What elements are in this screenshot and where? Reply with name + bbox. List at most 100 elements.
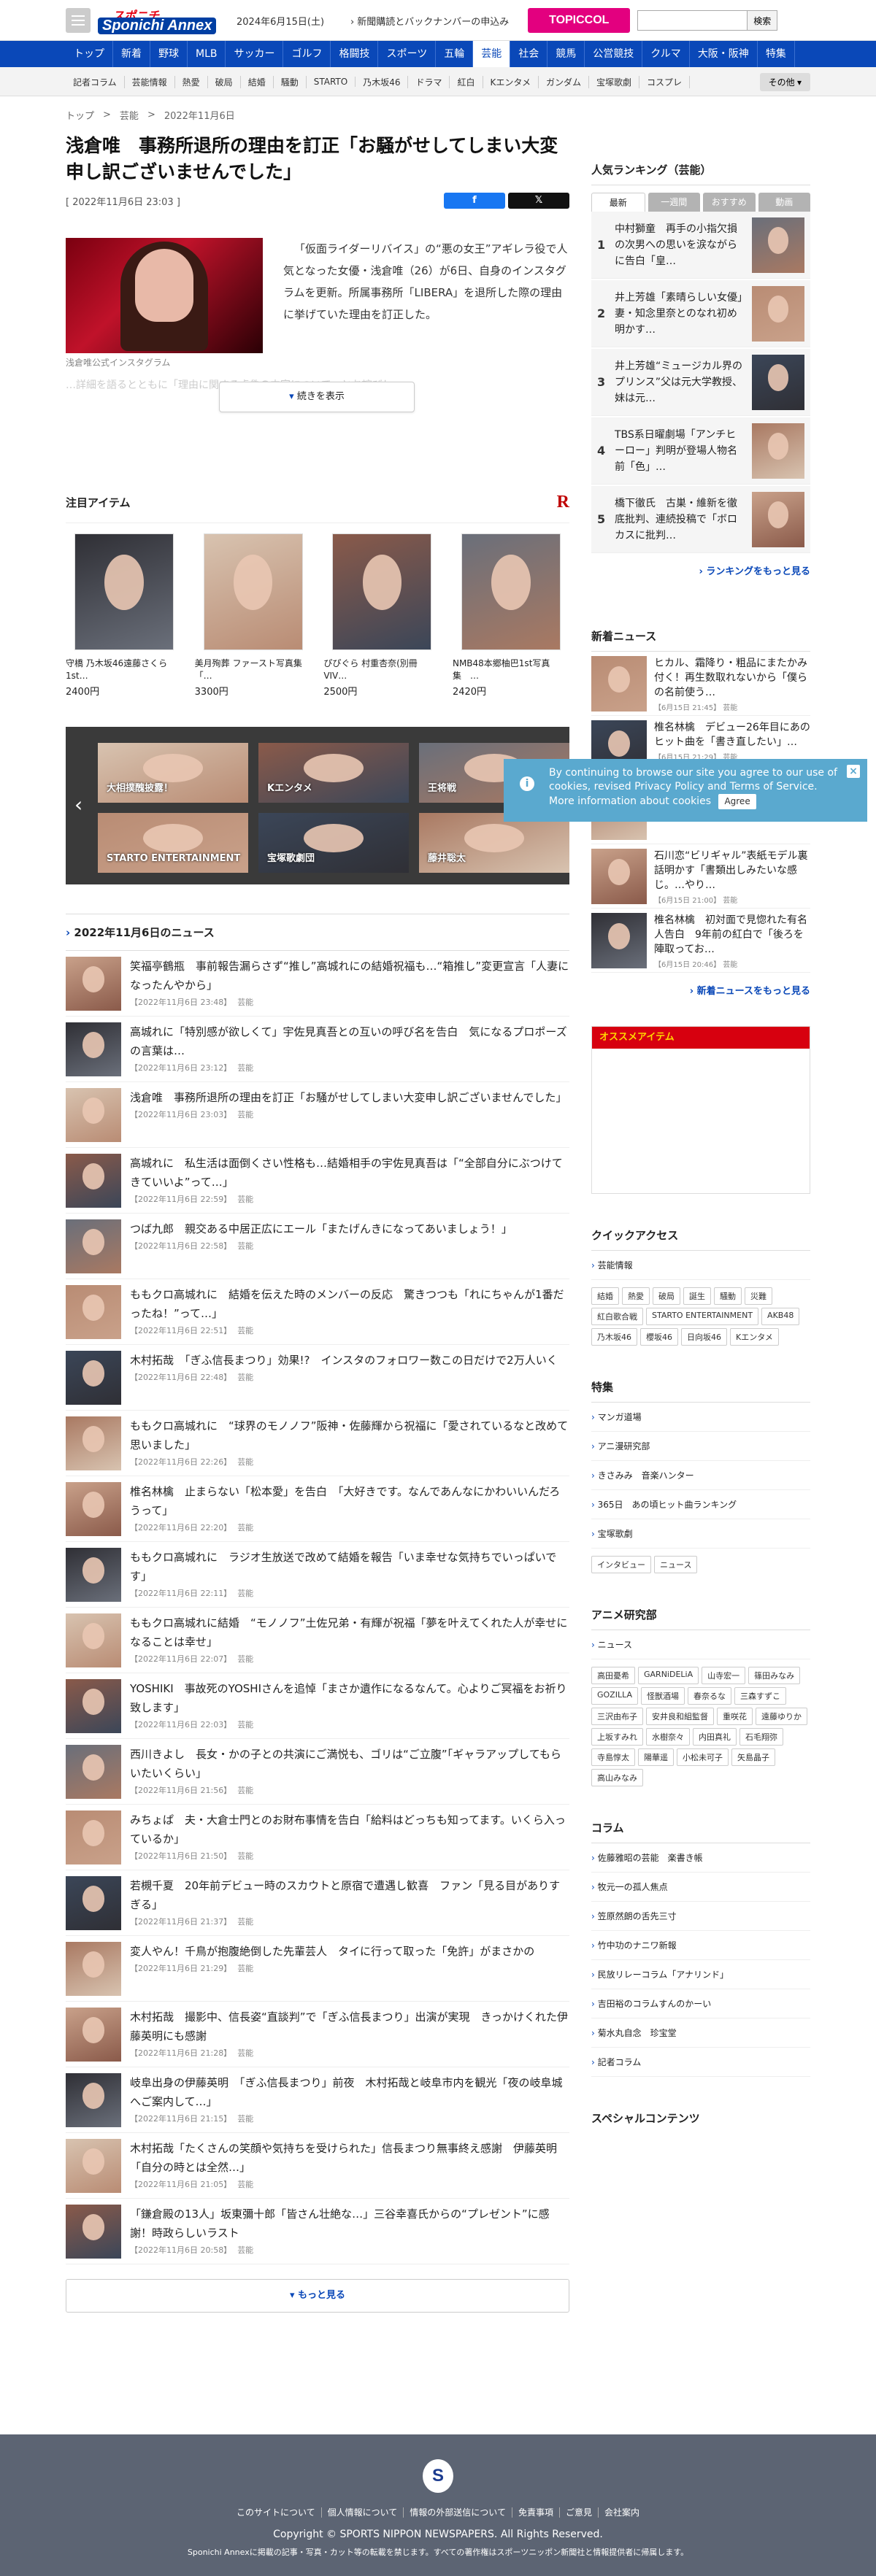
news-thumb[interactable] [66,1942,121,1996]
column-link[interactable]: 吉田裕のコラムすんのかーい [591,1989,810,2018]
featured-item-image[interactable] [203,533,303,650]
news-item[interactable]: 岐阜出身の伊藤英明 「ぎふ信長まつり」前夜 木村拓哉と岐阜市内を観光「夜の岐阜城… [66,2067,569,2133]
anime-first-link[interactable]: ニュース [591,1630,810,1659]
news-title[interactable]: 木村拓哉「たくさんの笑顔や気持ちを受けられた」信長まつり無事終え感謝 伊藤英明「… [130,2139,569,2177]
ranking-title[interactable]: 橋下徹氏 古巣・維新を徹底批判、連続投稿で「ボロカスに批判… [615,495,746,544]
new-arrival-photo[interactable] [591,913,647,968]
news-title[interactable]: 木村拓哉 撮影中、信長姿“直談判”で「ぎふ信長まつり」出演が実現 きっかけくれた… [130,2008,569,2045]
anime-tag[interactable]: GOZILLA [591,1687,638,1705]
ranking-item[interactable]: 3 井上芳雄“ミュージカル界のプリンス”父は元大学教授、妹は元… [591,349,810,416]
news-category[interactable]: 芸能 [237,1063,253,1073]
footer-link[interactable]: 情報の外部送信について [404,2507,512,2518]
news-category[interactable]: 芸能 [237,1457,253,1467]
column-link[interactable]: 笠原然朗の舌先三寸 [591,1902,810,1931]
quick-tag[interactable]: 日向坂46 [681,1328,727,1346]
news-title[interactable]: ももクロ高城れに 結婚を伝えた時のメンバーの反応 驚きつつも「れにちゃんが1番だ… [130,1285,569,1323]
news-category[interactable]: 芸能 [237,1654,253,1664]
anime-tag[interactable]: 寺島惇太 [591,1748,635,1766]
ranking-item[interactable]: 2 井上芳雄「素晴らしい女優」妻・知念里奈とのなれ初め明かす… [591,280,810,347]
ranking-item[interactable]: 4 TBS系日曜劇場「アンチヒーロー」判明が登場人物名前「色」… [591,417,810,485]
subnav-item-5[interactable]: 騒動 [274,75,307,88]
gnav-item-6[interactable]: 格闘技 [331,41,379,67]
quick-tag[interactable]: 破局 [653,1287,680,1305]
anime-tag[interactable]: 高田憂希 [591,1667,635,1684]
news-thumb[interactable] [66,1876,121,1930]
carousel-tile[interactable]: Kエンタメ [258,743,409,803]
news-item[interactable]: 浅倉唯 事務所退所の理由を訂正「お騒がせしてしまい大変申し訳ございませんでした」… [66,1082,569,1148]
gnav-item-8[interactable]: 五輪 [436,41,474,67]
subnav-item-0[interactable]: 記者コラム [66,75,125,88]
subnav-item-3[interactable]: 破局 [208,75,241,88]
gnav-item-5[interactable]: ゴルフ [283,41,331,67]
ranking-photo[interactable] [752,423,804,479]
featured-item-image[interactable] [332,533,432,650]
news-item[interactable]: 「鎌倉殿の13人」坂東彌十郎「皆さん壮絶な…」三谷幸喜氏からの“プレゼント”に感… [66,2199,569,2264]
anime-tag[interactable]: 内田真礼 [693,1728,737,1746]
ranking-tab-0[interactable]: 最新 [591,193,645,212]
column-link[interactable]: 菊水丸自念 珍宝堂 [591,2018,810,2048]
news-thumb[interactable] [66,1154,121,1208]
gnav-item-12[interactable]: 公営競技 [585,41,643,67]
special-link[interactable]: マンガ道場 [591,1403,810,1432]
subnav-item-6[interactable]: STARTO [307,77,356,87]
gnav-item-4[interactable]: サッカー [226,41,284,67]
news-title[interactable]: 高城れに 私生活は面倒くさい性格も…結婚相手の宇佐見真吾は「“全部自分にぶつけて… [130,1154,569,1192]
news-title[interactable]: 岐阜出身の伊藤英明 「ぎふ信長まつり」前夜 木村拓哉と岐阜市内を観光「夜の岐阜城… [130,2073,569,2111]
ranking-more-link[interactable]: ランキングをもっと見る [591,563,810,577]
news-thumb[interactable] [66,1088,121,1142]
news-title[interactable]: 高城れに「特別感が欲しくて」宇佐見真吾との互いの呼び名を告白 気になるプロポーズ… [130,1022,569,1060]
gnav-item-3[interactable]: MLB [188,41,226,67]
special-link[interactable]: 宝塚歌劇 [591,1519,810,1549]
ranking-tab-3[interactable]: 動画 [758,193,810,212]
news-title[interactable]: ももクロ高城れに ラジオ生放送で改めて結婚を報告「いま幸せな気持ちでいっぱいです… [130,1548,569,1586]
news-category[interactable]: 芸能 [237,1720,253,1729]
breadcrumb-category[interactable]: 芸能 [120,108,139,122]
news-thumb[interactable] [66,1416,121,1470]
gnav-item-11[interactable]: 競馬 [548,41,585,67]
ranking-photo[interactable] [752,491,804,547]
news-item[interactable]: ももクロ高城れに結婚 “モノノフ”土佐兄弟・有輝が祝福「夢を叶えてくれた人が幸せ… [66,1608,569,1673]
anime-tag[interactable]: 遠藤ゆりか [756,1708,807,1725]
gnav-item-14[interactable]: 大阪・阪神 [690,41,758,67]
news-item[interactable]: 木村拓哉「たくさんの笑顔や気持ちを受けられた」信長まつり無事終え感謝 伊藤英明「… [66,2133,569,2199]
news-item[interactable]: つば九郎 親交ある中居正広にエール「またげんきになってあいましょう！」 【2022… [66,1214,569,1279]
new-arrival-photo[interactable] [591,656,647,712]
quick-tag[interactable]: Kエンタメ [730,1328,779,1346]
footer-link[interactable]: 個人情報について [321,2507,404,2518]
special-link[interactable]: アニ漫研究部 [591,1432,810,1461]
subnav-item-8[interactable]: ドラマ [408,75,450,88]
article-photo[interactable] [66,238,263,353]
news-thumb[interactable] [66,2139,121,2193]
new-arrival-title[interactable]: 石川恋“ビリギャル”表紙モデル裏話明かす「書類出しみたいな感じ。…やり… [654,849,810,892]
news-category[interactable]: 芸能 [237,1917,253,1927]
news-title[interactable]: 木村拓哉 「ぎふ信長まつり」効果!? インスタのフォロワー数この日だけで2万人い… [130,1351,558,1370]
news-title[interactable]: 浅倉唯 事務所退所の理由を訂正「お騒がせしてしまい大変申し訳ございませんでした」 [130,1088,566,1107]
quick-tag[interactable]: 熱愛 [622,1287,650,1305]
news-category[interactable]: 芸能 [237,998,253,1007]
news-title[interactable]: 西川きよし 長女・かの子との共演にご満悦も、ゴリは“ご立腹”「ギャラアップしても… [130,1745,569,1783]
carousel-tile[interactable]: STARTO ENTERTAINMENT [98,813,248,873]
news-thumb[interactable] [66,1613,121,1667]
news-category[interactable]: 芸能 [237,1326,253,1335]
gnav-item-1[interactable]: 新着 [113,41,150,67]
footer-link[interactable]: 会社案内 [599,2507,645,2518]
featured-item[interactable]: 美月殉葬 ファースト写真集「… 3300円 [195,533,312,698]
anime-tag[interactable]: 重咲花 [717,1708,753,1725]
news-thumb[interactable] [66,1548,121,1602]
news-item[interactable]: YOSHIKI 事故死のYOSHIさんを追悼「まさか遺作になるなんて。心よりご冥… [66,1673,569,1739]
news-thumb[interactable] [66,1351,121,1405]
news-item[interactable]: 高城れに「特別感が欲しくて」宇佐見真吾との互いの呼び名を告白 気になるプロポーズ… [66,1017,569,1082]
news-thumb[interactable] [66,2205,121,2259]
carousel-tile[interactable]: 宝塚歌劇団 [258,813,409,873]
news-title[interactable]: 「鎌倉殿の13人」坂東彌十郎「皆さん壮絶な…」三谷幸喜氏からの“プレゼント”に感… [130,2205,569,2243]
quick-tag[interactable]: 紅白歌合戦 [591,1308,643,1325]
news-item[interactable]: 笑福亭鶴瓶 事前報告漏らさず“推し”高城れにの結婚祝福も…“箱推し”変更宣言「人… [66,951,569,1017]
ranking-photo[interactable] [752,285,804,342]
column-link[interactable]: 竹中功のナニワ新報 [591,1931,810,1960]
quick-tag[interactable]: 乃木坂46 [591,1328,637,1346]
carousel-prev-icon[interactable]: ‹ [74,793,82,817]
news-category[interactable]: 芸能 [237,2114,253,2124]
gnav-item-10[interactable]: 社会 [510,41,548,67]
close-icon[interactable]: × [847,765,860,778]
featured-item-image[interactable] [74,533,174,650]
